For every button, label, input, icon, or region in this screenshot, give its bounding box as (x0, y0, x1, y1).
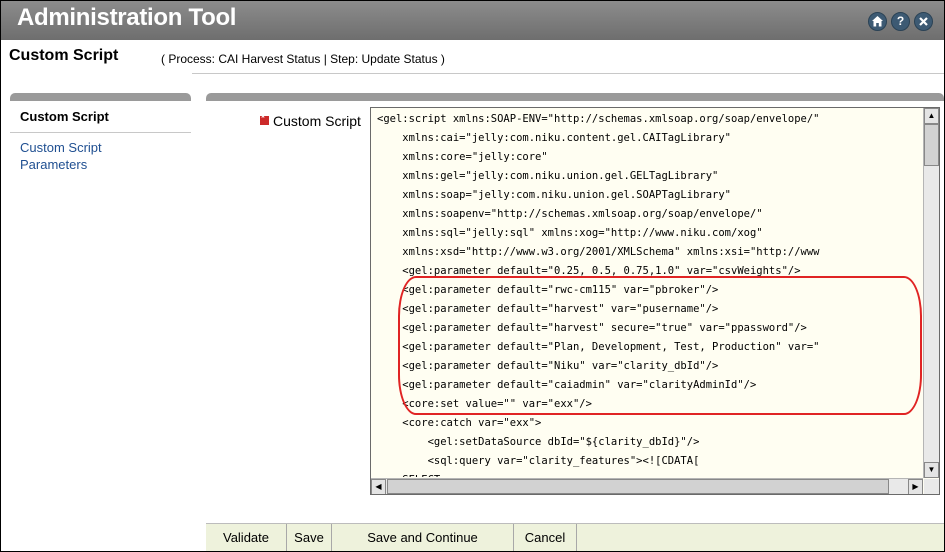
script-line: <gel:parameter default="Plan, Developmen… (377, 341, 820, 353)
nav-item-custom-script-parameters[interactable]: Custom Script Parameters (20, 139, 170, 173)
nav-item-custom-script[interactable]: Custom Script (10, 101, 191, 133)
cancel-button[interactable]: Cancel (514, 524, 577, 551)
page-title: Custom Script (9, 47, 119, 64)
script-line: xmlns:soap="jelly:com.niku.union.gel.SOA… (377, 189, 732, 201)
close-icon[interactable] (914, 12, 933, 31)
script-line: xmlns:soapenv="http://schemas.xmlsoap.or… (377, 208, 763, 220)
horizontal-scroll-thumb[interactable] (387, 479, 889, 494)
script-line: <gel:parameter default="harvest" secure=… (377, 322, 807, 334)
script-line: <core:set value="" var="exx"/> (377, 398, 592, 410)
script-line: xmlns:xsd="http://www.w3.org/2001/XMLSch… (377, 246, 820, 258)
help-icon[interactable]: ? (891, 12, 910, 31)
script-line: <gel:parameter default="Niku" var="clari… (377, 360, 719, 372)
page-header: Custom Script ( Process: CAI Harvest Sta… (1, 40, 944, 74)
custom-script-label-text: Custom Script (273, 113, 361, 129)
script-line: SELECT (377, 471, 922, 477)
scroll-up-icon[interactable]: ▲ (924, 108, 939, 124)
script-line: <gel:parameter default="harvest" var="pu… (377, 303, 719, 315)
script-line: <gel:setDataSource dbId="${clarity_dbId}… (377, 436, 700, 448)
script-line: xmlns:cai="jelly:com.niku.content.gel.CA… (377, 132, 732, 144)
content-panel: Custom Script <gel:script xmlns:SOAP-ENV… (206, 93, 944, 551)
left-nav: Custom Script Custom Script Parameters (1, 73, 192, 551)
nav-item-label: Custom Script (20, 109, 109, 124)
horizontal-scrollbar[interactable]: ◀ ▶ (371, 478, 923, 494)
nav-panel-cap (10, 93, 191, 101)
script-line: <gel:parameter default="0.25, 0.5, 0.75,… (377, 265, 801, 277)
nav-panel: Custom Script Custom Script Parameters (10, 101, 191, 551)
page-context: ( Process: CAI Harvest Status | Step: Up… (161, 52, 445, 66)
script-line: xmlns:sql="jelly:sql" xmlns:xog="http://… (377, 227, 763, 239)
script-code: <gel:script xmlns:SOAP-ENV="http://schem… (377, 110, 922, 477)
vertical-scrollbar[interactable]: ▲ ▼ (923, 108, 939, 478)
button-bar: Validate Save Save and Continue Cancel (206, 523, 944, 551)
app-title: Administration Tool (17, 4, 237, 31)
scroll-right-icon[interactable]: ▶ (908, 479, 923, 494)
custom-script-label: Custom Script (260, 113, 361, 129)
custom-script-textarea[interactable]: <gel:script xmlns:SOAP-ENV="http://schem… (370, 107, 940, 495)
script-line: <sql:query var="clarity_features"><![CDA… (377, 455, 700, 467)
app-window: Administration Tool ? Custom Script ( Pr… (0, 0, 945, 552)
script-line: <gel:script xmlns:SOAP-ENV="http://schem… (377, 113, 820, 125)
content-panel-cap (206, 93, 944, 101)
validate-button[interactable]: Validate (206, 524, 287, 551)
scroll-corner (924, 479, 939, 494)
vertical-scroll-thumb[interactable] (924, 124, 939, 166)
script-line: xmlns:core="jelly:core" (377, 151, 548, 163)
scroll-down-icon[interactable]: ▼ (924, 462, 939, 478)
script-line: <gel:parameter default="caiadmin" var="c… (377, 379, 757, 391)
title-bar: Administration Tool ? (1, 1, 944, 40)
script-line: <core:catch var="exx"> (377, 417, 542, 429)
script-line: <gel:parameter default="rwc-cm115" var="… (377, 284, 719, 296)
save-button[interactable]: Save (287, 524, 332, 551)
required-icon (260, 113, 269, 125)
script-line: xmlns:gel="jelly:com.niku.union.gel.GELT… (377, 170, 719, 182)
home-icon[interactable] (868, 12, 887, 31)
scroll-left-icon[interactable]: ◀ (371, 479, 386, 494)
save-and-continue-button[interactable]: Save and Continue (332, 524, 514, 551)
